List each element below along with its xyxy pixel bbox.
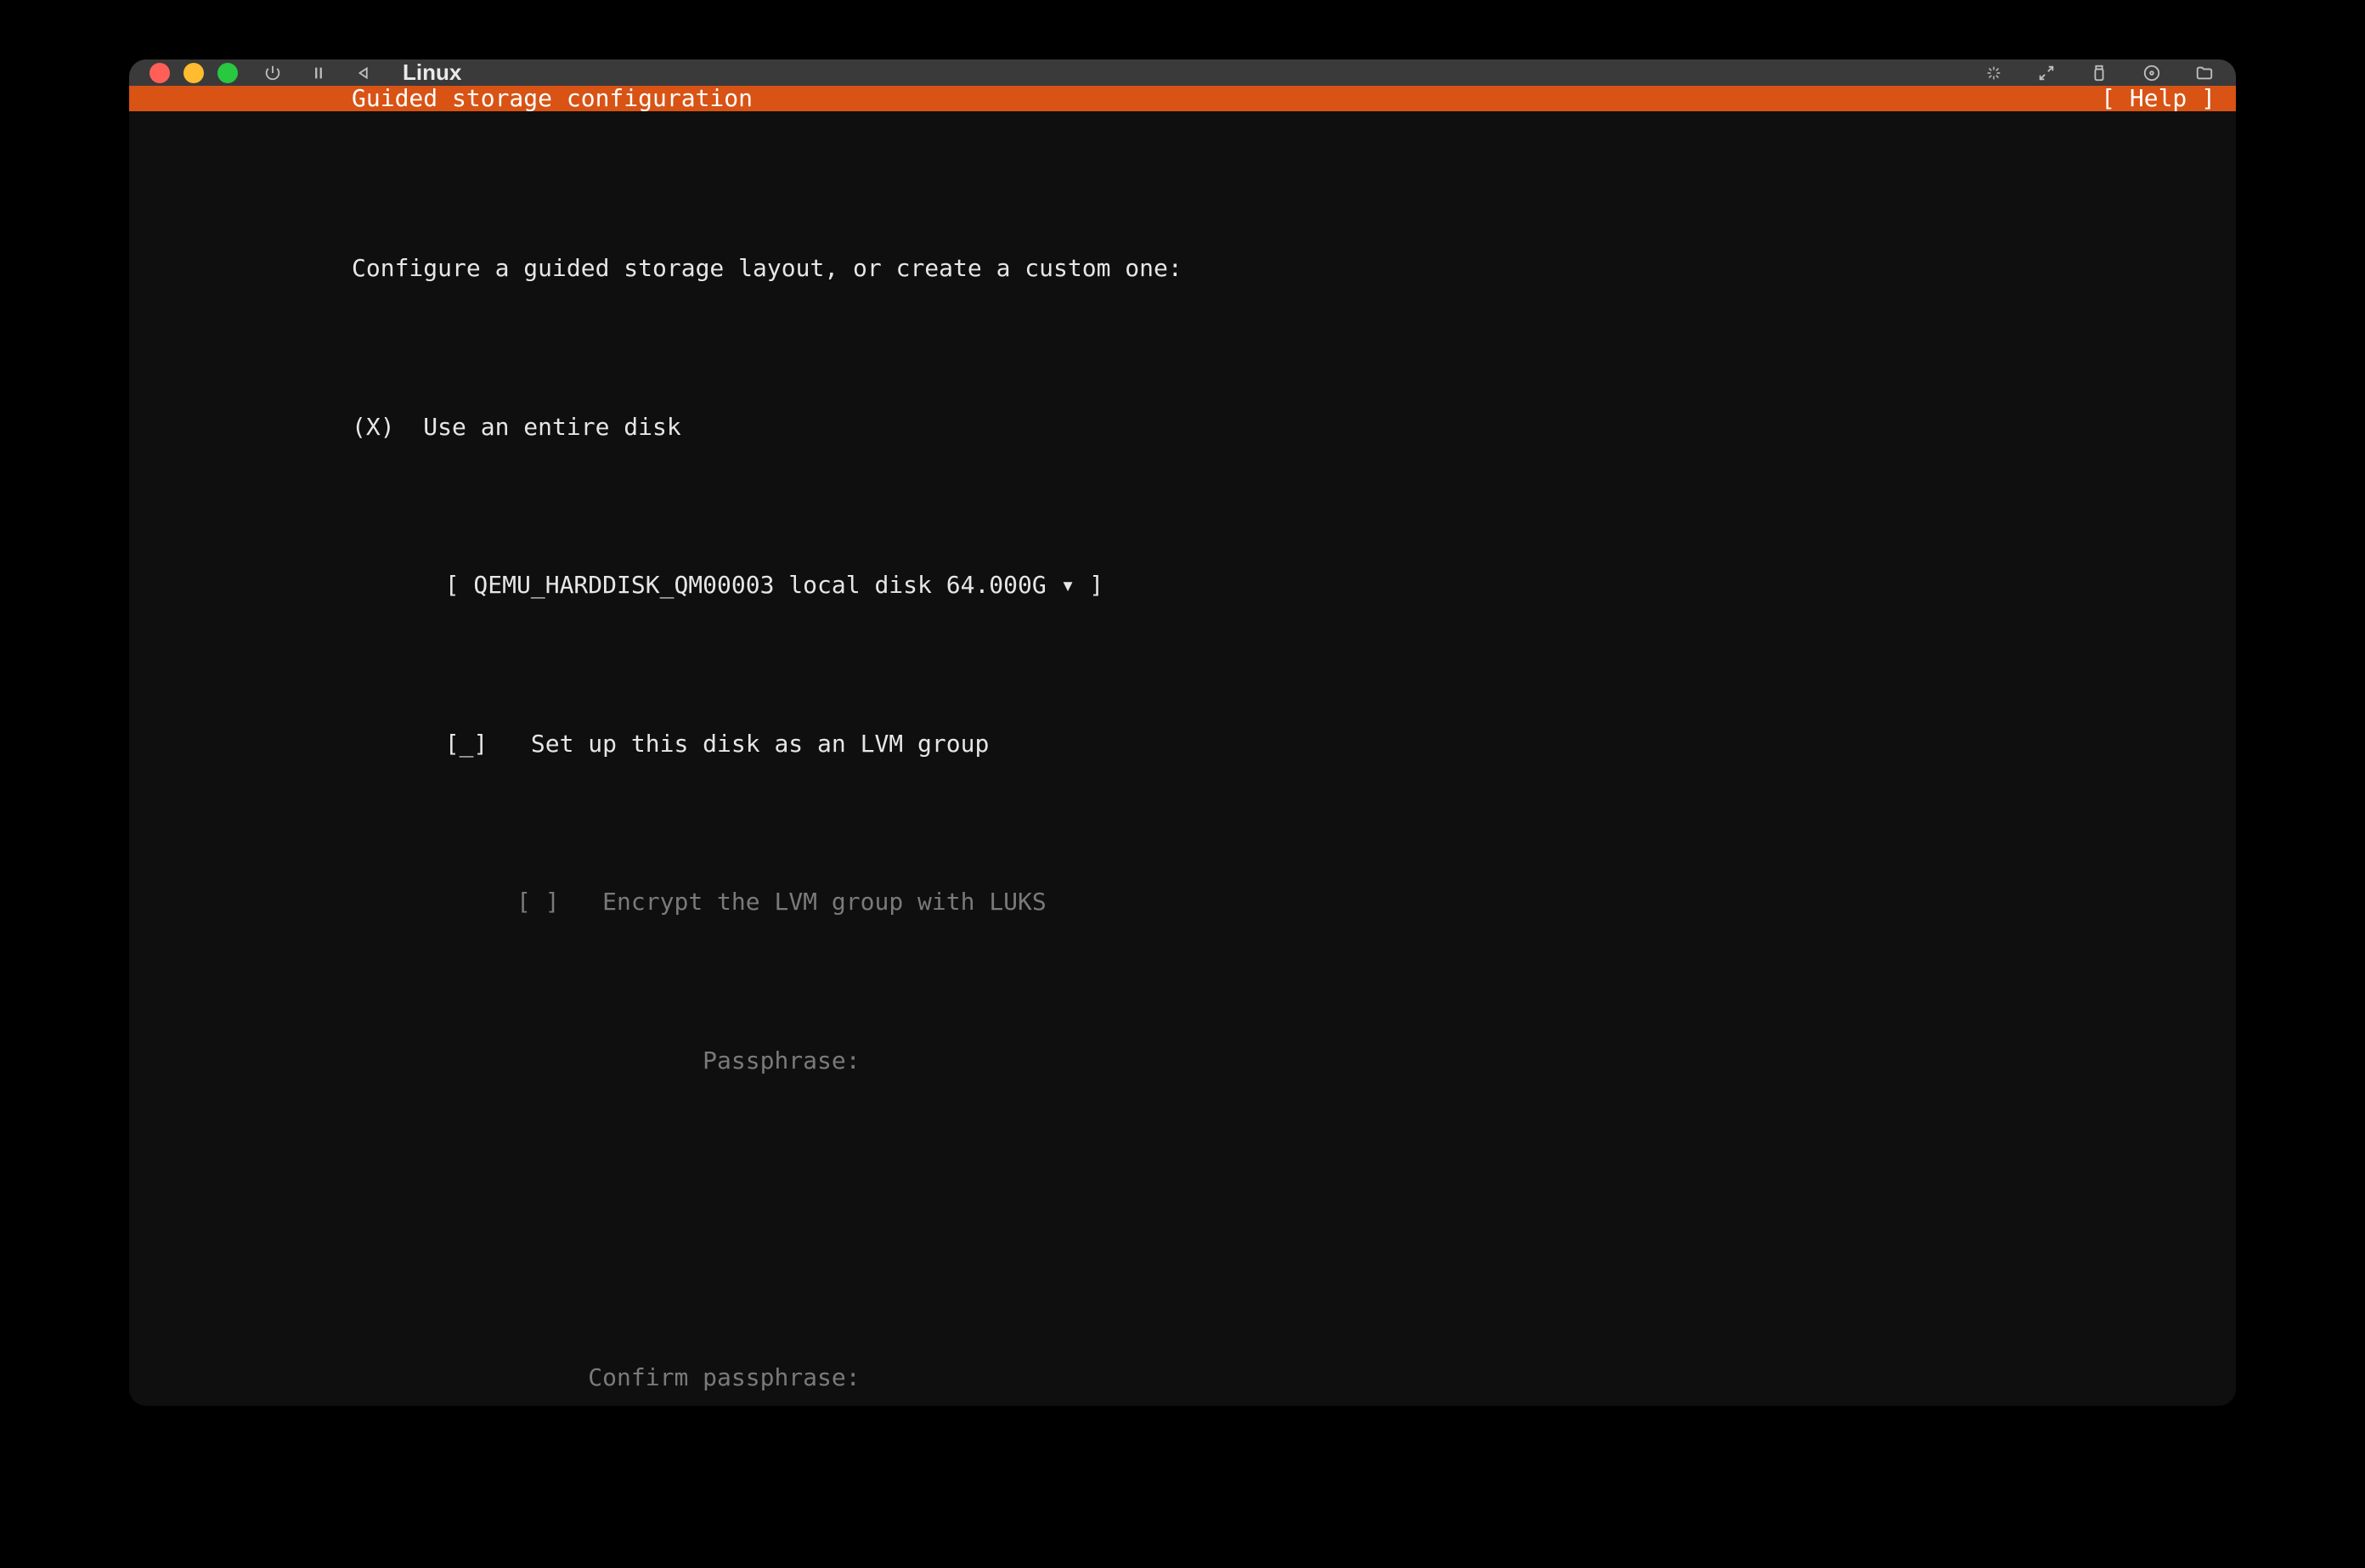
power-icon[interactable] xyxy=(262,62,284,84)
encrypt-checkbox-label: Encrypt the LVM group with LUKS xyxy=(602,888,1047,916)
console: Guided storage configuration [ Help ] Co… xyxy=(129,86,2236,1406)
confirm-passphrase-label: Confirm passphrase: xyxy=(588,1363,860,1391)
vm-window: Linux Guided storage configuration [ Hel… xyxy=(129,59,2236,1406)
help-button[interactable]: [ Help ] xyxy=(2101,87,2236,110)
page-title: Guided storage configuration xyxy=(129,87,753,110)
installer-body: Configure a guided storage layout, or cr… xyxy=(129,111,2236,1406)
restart-icon[interactable] xyxy=(353,62,375,84)
lvm-checkbox-row[interactable]: [_] Set up this disk as an LVM group xyxy=(129,718,2236,770)
disk-select[interactable]: [ QEMU_HARDDISK_QM00003 local disk 64.00… xyxy=(129,559,2236,612)
option-entire-disk-label: Use an entire disk xyxy=(423,413,680,441)
sparkle-icon[interactable] xyxy=(1983,62,2005,84)
folder-icon[interactable] xyxy=(2193,62,2215,84)
radio-entire-disk[interactable]: (X) xyxy=(352,413,395,441)
lvm-checkbox-label: Set up this disk as an LVM group xyxy=(531,730,989,758)
disk-select-value: [ QEMU_HARDDISK_QM00003 local disk 64.00… xyxy=(445,571,1103,599)
lvm-checkbox[interactable]: [_] xyxy=(445,730,488,758)
disc-icon[interactable] xyxy=(2141,62,2163,84)
usb-icon[interactable] xyxy=(2088,62,2110,84)
confirm-passphrase-row: Confirm passphrase: xyxy=(129,1351,2236,1404)
maximize-window-icon[interactable] xyxy=(217,63,238,83)
option-entire-disk[interactable]: (X) Use an entire disk xyxy=(129,401,2236,454)
titlebar: Linux xyxy=(129,59,2236,86)
pause-icon[interactable] xyxy=(308,62,330,84)
encrypt-checkbox-row: [ ] Encrypt the LVM group with LUKS xyxy=(129,876,2236,928)
installer-header: Guided storage configuration [ Help ] xyxy=(129,86,2236,111)
close-window-icon[interactable] xyxy=(150,63,170,83)
passphrase-blank xyxy=(129,1193,2236,1245)
expand-icon[interactable] xyxy=(2035,62,2057,84)
passphrase-label: Passphrase: xyxy=(703,1046,860,1074)
titlebar-right xyxy=(1983,62,2215,84)
prompt-text: Configure a guided storage layout, or cr… xyxy=(129,242,2236,295)
traffic-lights xyxy=(150,63,238,83)
passphrase-row: Passphrase: xyxy=(129,1035,2236,1087)
encrypt-checkbox: [ ] xyxy=(516,888,560,916)
minimize-window-icon[interactable] xyxy=(183,63,204,83)
vm-title: Linux xyxy=(403,59,461,86)
